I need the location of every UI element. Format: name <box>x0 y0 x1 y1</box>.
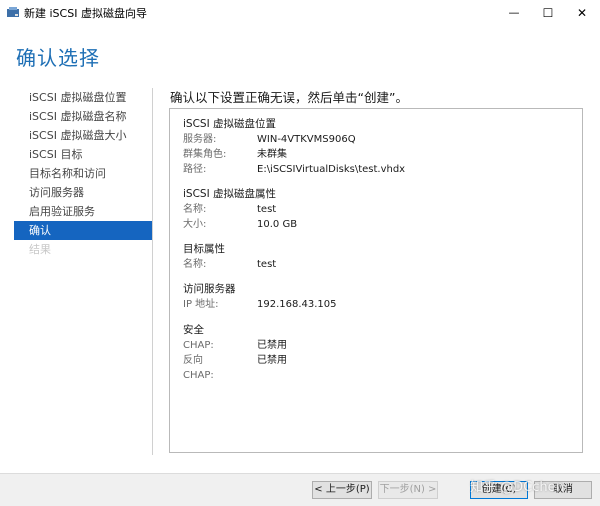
summary-row: IP 地址: 192.168.43.105 <box>183 297 337 312</box>
section-access-servers: 访问服务器 IP 地址: 192.168.43.105 <box>183 281 337 312</box>
row-key: 服务器: <box>183 134 217 145</box>
maximize-button[interactable]: ☐ <box>531 0 565 25</box>
nav-divider <box>152 88 153 455</box>
row-value: 未群集 <box>257 149 287 160</box>
window-title: 新建 iSCSI 虚拟磁盘向导 <box>24 7 147 20</box>
section-title: 目标属性 <box>183 243 225 255</box>
row-key: 反向 CHAP: <box>183 355 214 381</box>
row-value: test <box>257 204 277 215</box>
summary-row: 名称: test <box>183 257 276 272</box>
close-icon: ✕ <box>576 5 588 20</box>
row-key: 名称: <box>183 204 207 215</box>
confirmation-heading: 确认以下设置正确无误，然后单击“创建”。 <box>170 90 408 105</box>
watermark: 知乎 @DCchen <box>470 480 564 495</box>
nav-item-access-servers[interactable]: 访问服务器 <box>14 183 152 202</box>
row-value: WIN-4VTKVMS906Q <box>257 134 356 145</box>
wizard-steps-nav: iSCSI 虚拟磁盘位置 iSCSI 虚拟磁盘名称 iSCSI 虚拟磁盘大小 i… <box>14 88 152 259</box>
summary-row: 服务器: WIN-4VTKVMS906Q <box>183 132 356 147</box>
page-title: 确认选择 <box>16 46 100 70</box>
summary-row: 名称: test <box>183 202 276 217</box>
nav-item-enable-auth[interactable]: 启用验证服务 <box>14 202 152 221</box>
row-value: E:\iSCSIVirtualDisks\test.vhdx <box>257 164 406 175</box>
row-value: 192.168.43.105 <box>257 299 337 310</box>
nav-item-iscsi-target[interactable]: iSCSI 目标 <box>14 145 152 164</box>
nav-item-confirmation[interactable]: 确认 <box>14 221 152 240</box>
previous-button[interactable]: < 上一步(P) <box>312 481 372 499</box>
section-disk-properties: iSCSI 虚拟磁盘属性 名称: test 大小: 10.0 GB <box>183 186 297 232</box>
section-title: 访问服务器 <box>183 283 236 295</box>
summary-row: 反向 CHAP: 已禁用 <box>183 353 287 381</box>
disk-wizard-icon <box>7 7 19 17</box>
section-security: 安全 CHAP: 已禁用 反向 CHAP: 已禁用 <box>183 322 287 381</box>
nav-item-results: 结果 <box>29 243 51 256</box>
row-value: 10.0 GB <box>257 219 298 230</box>
settings-summary-panel: iSCSI 虚拟磁盘位置 服务器: WIN-4VTKVMS906Q 群集角色: … <box>169 108 583 453</box>
nav-item-disk-location[interactable]: iSCSI 虚拟磁盘位置 <box>14 88 152 107</box>
summary-row: 大小: 10.0 GB <box>183 217 297 232</box>
row-key: IP 地址: <box>183 299 219 310</box>
nav-item-target-name-access[interactable]: 目标名称和访问 <box>14 164 152 183</box>
section-title: iSCSI 虚拟磁盘位置 <box>183 118 277 130</box>
row-key: 群集角色: <box>183 149 227 160</box>
row-key: 名称: <box>183 259 207 270</box>
row-value: 已禁用 <box>257 355 287 366</box>
row-key: 路径: <box>183 164 207 175</box>
section-title: iSCSI 虚拟磁盘属性 <box>183 188 277 200</box>
summary-row: 路径: E:\iSCSIVirtualDisks\test.vhdx <box>183 162 405 177</box>
title-bar: 新建 iSCSI 虚拟磁盘向导 — ☐ ✕ <box>0 0 600 25</box>
maximize-icon: ☐ <box>542 5 554 20</box>
summary-row: 群集角色: 未群集 <box>183 147 287 162</box>
section-disk-location: iSCSI 虚拟磁盘位置 服务器: WIN-4VTKVMS906Q 群集角色: … <box>183 116 405 177</box>
next-button: 下一步(N) > <box>378 481 438 499</box>
minimize-button[interactable]: — <box>497 0 531 25</box>
row-value: 已禁用 <box>257 340 287 351</box>
nav-item-disk-name[interactable]: iSCSI 虚拟磁盘名称 <box>14 107 152 126</box>
minimize-icon: — <box>508 6 520 19</box>
row-value: test <box>257 259 277 270</box>
section-title: 安全 <box>183 324 204 336</box>
row-key: 大小: <box>183 219 207 230</box>
summary-row: CHAP: 已禁用 <box>183 338 287 353</box>
row-key: CHAP: <box>183 340 214 351</box>
close-button[interactable]: ✕ <box>565 0 599 25</box>
section-target-properties: 目标属性 名称: test <box>183 241 276 272</box>
nav-item-disk-size[interactable]: iSCSI 虚拟磁盘大小 <box>14 126 152 145</box>
